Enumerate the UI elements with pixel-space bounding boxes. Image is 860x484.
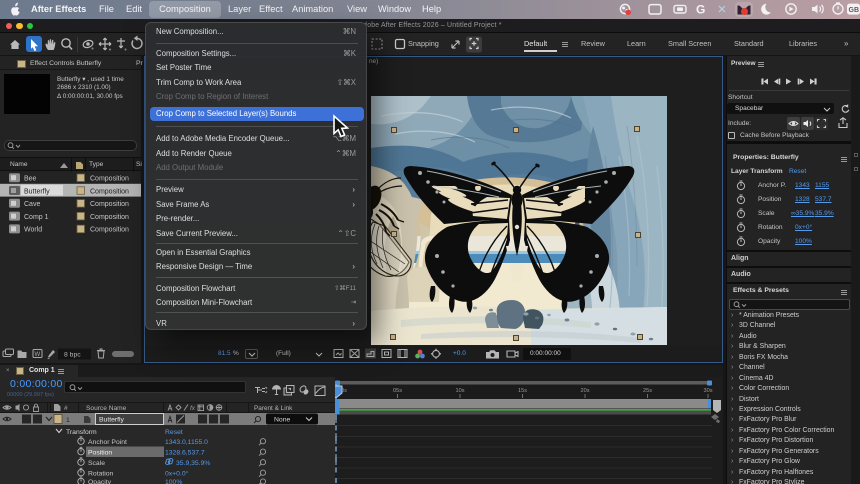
svg-text:World: World [24,227,42,234]
svg-text:W: W [35,352,41,358]
svg-text:Transform: Transform [66,429,97,436]
svg-text:Composition: Composition [90,188,129,195]
svg-text:Reset: Reset [165,429,183,436]
svg-text:Composition: Composition [90,214,129,221]
svg-text:Composition: Composition [90,176,129,183]
svg-text:Parent & Link: Parent & Link [254,405,293,412]
svg-text:Bee: Bee [24,176,37,183]
svg-text:Anchor Point: Anchor Point [88,439,127,446]
svg-text:Composition: Composition [90,227,129,234]
svg-text:30s: 30s [703,388,712,394]
svg-text:10s: 10s [455,388,464,394]
svg-text:15s: 15s [518,388,527,394]
svg-text:20s: 20s [580,388,589,394]
svg-text:35.9,35.9%: 35.9,35.9% [176,460,210,467]
svg-text:Cave: Cave [24,201,40,208]
svg-text:Composition: Composition [90,201,129,208]
svg-text:1343.0,1155.0: 1343.0,1155.0 [165,439,208,446]
svg-text:05s: 05s [393,388,402,394]
svg-text:8 bpc: 8 bpc [64,352,81,359]
svg-text:100%: 100% [165,479,182,484]
svg-text:Rotation: Rotation [88,471,114,478]
svg-text:#: # [64,405,68,412]
svg-text:None: None [274,417,290,424]
svg-text:Opacity: Opacity [88,479,112,484]
svg-text:GB: GB [849,7,860,14]
svg-text:Butterfly: Butterfly [24,188,50,195]
svg-text:0x+0.0°: 0x+0.0° [165,470,189,478]
svg-text:25s: 25s [643,388,652,394]
svg-text:fx: fx [190,405,196,412]
svg-text:Comp 1: Comp 1 [24,214,49,221]
svg-text:Scale: Scale [88,460,105,467]
svg-text:1328.6,537.7: 1328.6,537.7 [165,450,205,457]
svg-text:G: G [696,2,705,16]
svg-text:Butterfly: Butterfly [99,417,125,424]
svg-text:Source Name: Source Name [86,405,127,412]
svg-text:1: 1 [66,417,70,424]
svg-text:Position: Position [88,450,112,457]
